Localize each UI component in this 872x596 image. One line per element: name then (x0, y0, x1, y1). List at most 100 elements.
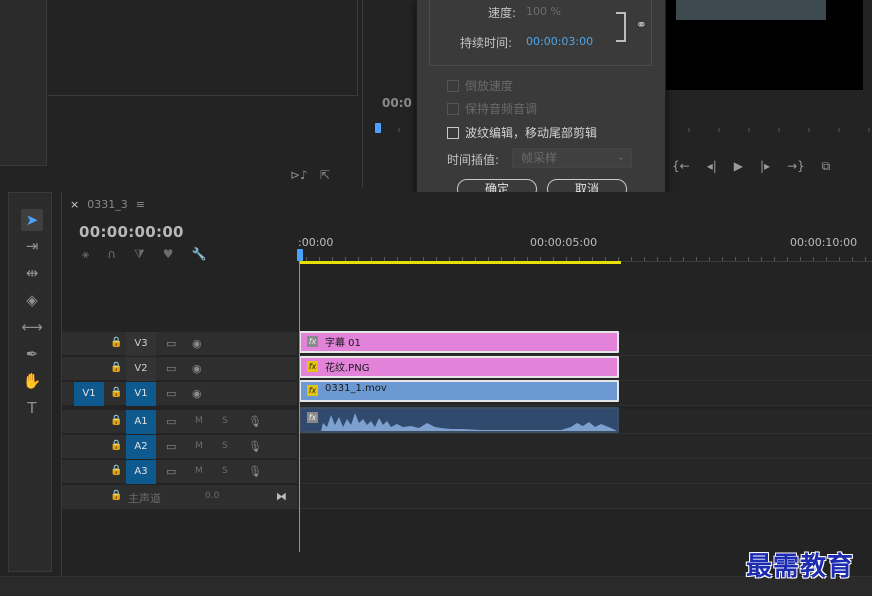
sync-lock-icon[interactable]: ▭ (166, 465, 176, 478)
lock-icon[interactable]: 🔒 (110, 337, 122, 348)
clip-audio[interactable]: fx (299, 407, 619, 433)
track-name[interactable]: V1 (126, 382, 156, 406)
menu-icon[interactable]: ≡ (136, 198, 145, 211)
ruler-tick (774, 257, 775, 261)
insert-icon[interactable]: ⊳♪ (290, 168, 308, 182)
source-panel-icons: ⊳♪ ⇱ (290, 168, 330, 182)
reverse-speed-row[interactable]: 倒放速度 (447, 77, 513, 94)
ruler-tick (748, 257, 749, 261)
mute-button[interactable]: M (195, 416, 203, 426)
reverse-speed-label: 倒放速度 (465, 79, 514, 93)
ruler-label-10: 00:00:10:00 (790, 236, 858, 249)
solo-button[interactable]: S (222, 416, 228, 426)
track-name[interactable]: A2 (126, 435, 156, 459)
mute-button[interactable]: M (195, 441, 203, 451)
link-bracket (616, 12, 626, 42)
pen-tool-icon[interactable]: ✒ (21, 343, 43, 365)
linked-selection-icon[interactable]: ⧩ (134, 247, 145, 262)
ruler-tick (696, 257, 697, 261)
go-to-out-icon[interactable]: →} (787, 159, 805, 173)
wrench-icon[interactable]: 🔧 (191, 247, 206, 262)
slip-tool-icon[interactable]: ⟷ (21, 316, 43, 338)
track-name[interactable]: V2 (126, 357, 156, 381)
lock-icon[interactable]: 🔒 (110, 465, 122, 476)
ruler-tick (657, 257, 658, 261)
speed-input[interactable]: 100 % (526, 5, 561, 18)
source-patch-v1[interactable]: V1 (74, 382, 104, 406)
maintain-pitch-checkbox[interactable] (447, 102, 459, 115)
lock-icon[interactable]: 🔒 (110, 415, 122, 426)
lock-icon[interactable]: 🔒 (110, 490, 122, 501)
sync-lock-icon[interactable]: ▭ (166, 362, 176, 375)
mute-button[interactable]: M (195, 466, 203, 476)
sync-lock-icon[interactable]: ▭ (166, 440, 176, 453)
maintain-pitch-row[interactable]: 保持音频音调 (447, 100, 537, 117)
timeline-playhead[interactable] (297, 249, 303, 261)
marker-icon[interactable]: ♥ (163, 247, 174, 262)
work-area-bar[interactable] (299, 261, 621, 264)
track-row-master[interactable] (297, 485, 872, 509)
ripple-edit-checkbox[interactable] (447, 126, 459, 139)
master-volume-value[interactable]: 0.0 (205, 491, 219, 501)
track-header-a3: 🔒 A3 ▭ M S 🎙 (62, 460, 297, 484)
sequence-tab[interactable]: × 0331_3 ≡ (70, 198, 145, 211)
clip-pattern-png[interactable]: fx 花纹.PNG (299, 356, 619, 378)
eye-icon[interactable]: ◉ (192, 362, 202, 375)
step-back-icon[interactable]: ◂| (707, 159, 717, 173)
track-name[interactable]: A1 (126, 410, 156, 434)
go-to-in-icon[interactable]: {← (672, 159, 690, 173)
snap-icon[interactable]: ∩ (107, 247, 116, 262)
lock-icon[interactable]: 🔒 (110, 440, 122, 451)
ripple-edit-tool-icon[interactable]: ⇹ (21, 262, 43, 284)
program-timecode[interactable]: 00:0 (382, 96, 412, 110)
clip-title[interactable]: fx 字幕 01 (299, 331, 619, 353)
track-name[interactable]: A3 (126, 460, 156, 484)
play-icon[interactable]: ▶ (734, 159, 743, 173)
track-select-tool-icon[interactable]: ⇥ (21, 235, 43, 257)
reverse-speed-checkbox[interactable] (447, 79, 459, 92)
go-to-end-icon[interactable]: ⧓ (276, 490, 287, 503)
microphone-icon[interactable]: 🎙 (248, 440, 262, 453)
clip-video[interactable]: fx 0331_1.mov (299, 380, 619, 402)
watermark-logo: 最需教育 (746, 552, 855, 582)
interpolation-select[interactable]: 帧采样 ⌄ (512, 148, 632, 168)
solo-button[interactable]: S (222, 466, 228, 476)
ripple-edit-row[interactable]: 波纹编辑，移动尾部剪辑 (447, 124, 597, 141)
sync-lock-icon[interactable]: ▭ (166, 415, 176, 428)
microphone-icon[interactable]: 🎙 (248, 415, 262, 428)
sync-lock-icon[interactable]: ▭ (166, 337, 176, 350)
step-forward-icon[interactable]: |▸ (760, 159, 770, 173)
fx-badge: fx (307, 361, 318, 372)
track-row-a3[interactable] (297, 460, 872, 484)
duration-input[interactable]: 00:00:03:00 (526, 35, 593, 48)
eye-icon[interactable]: ◉ (192, 337, 202, 350)
lock-icon[interactable]: 🔒 (110, 387, 122, 398)
selection-tool-icon[interactable]: ➤ (21, 209, 43, 231)
close-icon[interactable]: × (70, 198, 79, 211)
track-header-a1: 🔒 A1 ▭ M S 🎙 (62, 410, 297, 434)
duration-label: 持续时间: (460, 36, 513, 50)
ruler-tick (761, 257, 762, 261)
ruler-tick (670, 257, 671, 261)
microphone-icon[interactable]: 🎙 (248, 465, 262, 478)
track-name[interactable]: V3 (126, 332, 156, 356)
solo-button[interactable]: S (222, 441, 228, 451)
ruler-tick (735, 257, 736, 261)
chain-link-icon[interactable]: ⚭ (636, 18, 647, 33)
chevron-down-icon: ⌄ (616, 152, 625, 163)
sync-lock-icon[interactable]: ▭ (166, 387, 176, 400)
track-header-v3: 🔒 V3 ▭ ◉ (62, 332, 297, 356)
program-playhead[interactable] (375, 123, 381, 133)
export-frame-icon[interactable]: ⧉ (822, 159, 831, 174)
ruler-tick (709, 257, 710, 261)
nest-icon[interactable]: ⚹ (82, 247, 89, 262)
export-frame-icon[interactable]: ⇱ (320, 168, 330, 182)
timeline-timecode[interactable]: 00:00:00:00 (79, 223, 184, 241)
ruler-tick (800, 257, 801, 261)
type-tool-icon[interactable]: T (21, 397, 43, 419)
hand-tool-icon[interactable]: ✋ (21, 370, 43, 392)
razor-tool-icon[interactable]: ◈ (21, 289, 43, 311)
eye-icon[interactable]: ◉ (192, 387, 202, 400)
track-row-a2[interactable] (297, 435, 872, 459)
lock-icon[interactable]: 🔒 (110, 362, 122, 373)
